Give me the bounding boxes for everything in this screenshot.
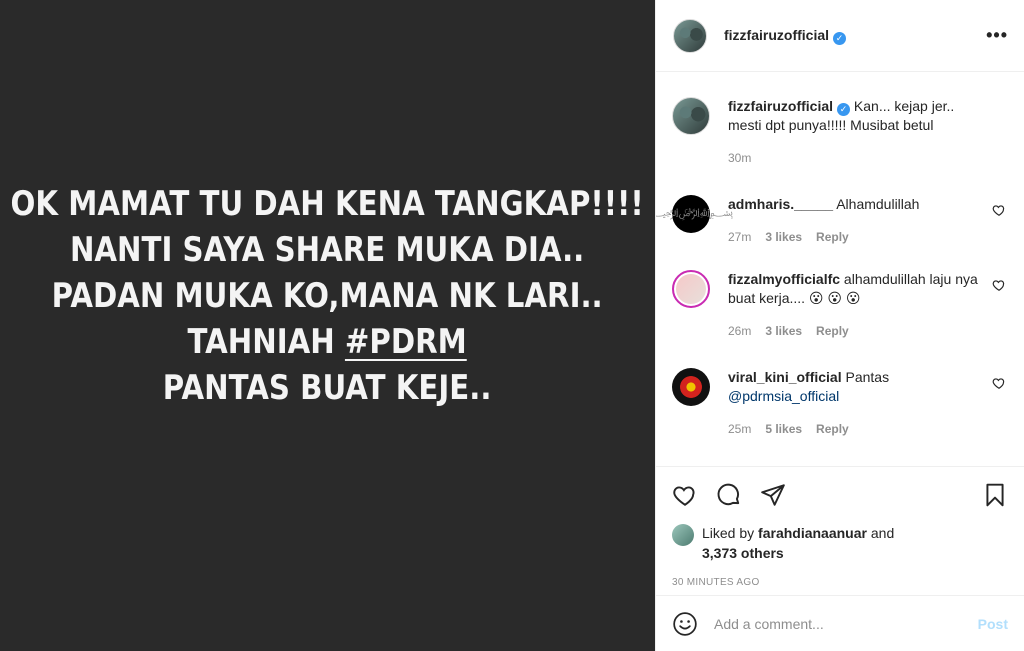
liker-username[interactable]: farahdianaanuar	[758, 525, 867, 541]
caption-time[interactable]: 30m	[728, 149, 751, 168]
emoji-smiley-icon[interactable]	[672, 611, 698, 637]
username-text[interactable]: fizzfairuzofficial	[724, 27, 829, 43]
comment-meta: 27m 3 likes Reply	[728, 228, 982, 247]
image-line: PANTAS BUAT KEJE..	[163, 367, 492, 408]
author-avatar[interactable]	[673, 18, 707, 53]
reply-button[interactable]: Reply	[816, 228, 849, 247]
like-heart-icon[interactable]	[672, 482, 698, 508]
comment-username[interactable]: fizzalmyofficialfc	[728, 271, 840, 287]
caption-username[interactable]: fizzfairuzofficial	[728, 98, 833, 114]
image-hashtag: #PDRM	[345, 321, 468, 362]
viral-logo-icon	[680, 376, 702, 398]
bookmark-icon[interactable]	[982, 482, 1008, 508]
likes-text: Liked by farahdianaanuar and 3,373 other…	[702, 523, 894, 563]
comment-item: ﷽ admharis._____ Alhamdulillah 27m 3 lik…	[656, 195, 1008, 247]
commenter-avatar[interactable]: ﷽	[656, 195, 733, 233]
comment-bubble-icon[interactable]	[716, 482, 742, 508]
reply-button[interactable]: Reply	[816, 322, 849, 341]
author-username[interactable]: fizzfairuzofficial ✓	[724, 27, 847, 45]
likes-prefix: Liked by	[702, 525, 755, 541]
comment-likes[interactable]: 5 likes	[765, 420, 802, 439]
caption-meta: 30m	[728, 149, 982, 168]
verified-icon: ✓	[837, 103, 851, 116]
comment-username[interactable]: admharis._____	[728, 196, 833, 212]
comment-time[interactable]: 25m	[728, 420, 751, 439]
verified-icon: ✓	[833, 31, 847, 45]
comment-body: admharis._____ Alhamdulillah 27m 3 likes…	[728, 195, 1008, 247]
add-comment-bar: Post	[656, 595, 1024, 651]
more-options-button[interactable]: •••	[986, 25, 1008, 46]
share-paper-plane-icon[interactable]	[760, 482, 786, 508]
like-comment-heart-icon[interactable]	[992, 203, 1006, 217]
caption-avatar[interactable]	[672, 97, 710, 135]
likes-others-link[interactable]: 3,373 others	[702, 545, 784, 561]
reply-button[interactable]: Reply	[816, 420, 849, 439]
caption: fizzfairuzofficial ✓ Kan... kejap jer.. m…	[672, 97, 1008, 168]
post-actions: Liked by farahdianaanuar and 3,373 other…	[656, 466, 1024, 588]
comment-meta: 26m 3 likes Reply	[728, 322, 982, 341]
comment-meta: 25m 5 likes Reply	[728, 420, 982, 439]
commenter-avatar[interactable]	[672, 270, 710, 308]
comment-mention-link[interactable]: @pdrmsia_official	[728, 388, 839, 404]
comment-text: Alhamdulillah	[836, 196, 920, 212]
like-comment-heart-icon[interactable]	[992, 278, 1006, 292]
comment-likes[interactable]: 3 likes	[765, 228, 802, 247]
likes-and: and	[870, 525, 895, 541]
action-icons	[656, 467, 1024, 523]
comment-input[interactable]	[714, 615, 978, 632]
comment-text: Pantas	[845, 369, 890, 385]
comment-item: viral_kini_official Pantas @pdrmsia_offi…	[672, 368, 1008, 439]
post-side-panel: fizzfairuzofficial ✓ ••• fizzfairuzoffici…	[655, 0, 1024, 651]
comment-username[interactable]: viral_kini_official	[728, 369, 842, 385]
comment-time[interactable]: 26m	[728, 322, 751, 341]
post-comment-button[interactable]: Post	[978, 616, 1008, 632]
post-image-text: OK MAMAT TU DAH KENA TANGKAP!!!! NANTI S…	[11, 181, 644, 411]
comment-item: fizzalmyofficialfc alhamdulillah laju ny…	[672, 270, 1008, 341]
comment-likes[interactable]: 3 likes	[765, 322, 802, 341]
comment-body: viral_kini_official Pantas @pdrmsia_offi…	[728, 368, 1008, 439]
post-image[interactable]: OK MAMAT TU DAH KENA TANGKAP!!!! NANTI S…	[0, 0, 655, 651]
comments-list: fizzfairuzofficial ✓ Kan... kejap jer.. m…	[656, 73, 1024, 466]
likes-summary: Liked by farahdianaanuar and 3,373 other…	[656, 523, 1024, 563]
image-line: PADAN MUKA KO,MANA NK LARI..	[51, 275, 604, 316]
comment-time[interactable]: 27m	[728, 228, 751, 247]
post-timestamp[interactable]: 30 MINUTES AGO	[656, 577, 1024, 588]
comment-body: fizzalmyofficialfc alhamdulillah laju ny…	[728, 270, 1008, 341]
image-word: TAHNIAH	[187, 321, 336, 362]
like-comment-heart-icon[interactable]	[992, 376, 1006, 390]
image-line: OK MAMAT TU DAH KENA TANGKAP!!!!	[10, 183, 645, 224]
image-line: NANTI SAYA SHARE MUKA DIA..	[70, 229, 585, 270]
caption-body: fizzfairuzofficial ✓ Kan... kejap jer.. m…	[728, 97, 1008, 168]
image-line: TAHNIAH #PDRM	[11, 319, 644, 365]
post-header: fizzfairuzofficial ✓ •••	[656, 0, 1024, 72]
liker-avatar[interactable]	[672, 524, 694, 546]
commenter-avatar[interactable]	[672, 368, 710, 406]
